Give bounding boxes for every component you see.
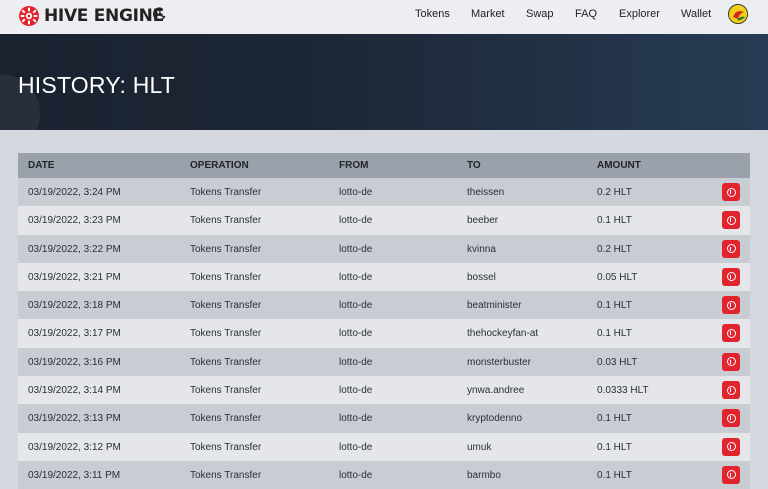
column-header-from: FROM (339, 160, 369, 171)
page-banner: HISTORY: HLT (0, 34, 768, 130)
cell-date: 03/19/2022, 3:11 PM (28, 469, 121, 481)
cell-amount: 0.1 HLT (597, 215, 632, 227)
cell-to: barmbo (467, 469, 501, 481)
cell-operation: Tokens Transfer (190, 328, 262, 340)
nav-link-explorer[interactable]: Explorer (619, 8, 660, 20)
info-icon[interactable] (722, 267, 740, 286)
cell-operation: Tokens Transfer (190, 441, 262, 453)
cell-to: ynwa.andree (467, 385, 525, 397)
table-row: 03/19/2022, 3:14 PM Tokens Transfer lotto-… (18, 376, 750, 405)
table-row: 03/19/2022, 3:18 PM Tokens Transfer lotto-… (18, 291, 750, 320)
cell-date: 03/19/2022, 3:13 PM (28, 413, 121, 425)
cell-from: lotto-de (339, 243, 373, 255)
table-row: 03/19/2022, 3:17 PM Tokens Transfer lotto-… (18, 319, 750, 348)
cell-amount: 0.03 HLT (597, 356, 638, 368)
cell-amount: 0.1 HLT (597, 441, 632, 453)
cell-from: lotto-de (339, 385, 373, 397)
cell-to: kryptodenno (467, 413, 523, 425)
cell-to: theissen (467, 187, 505, 198)
table-row: 03/19/2022, 3:23 PM Tokens Transfer lotto-… (18, 206, 750, 235)
cell-amount: 0.1 HLT (597, 300, 632, 312)
info-icon[interactable] (722, 183, 740, 201)
column-header-amount: AMOUNT (597, 160, 641, 171)
cell-operation: Tokens Transfer (190, 469, 262, 481)
cell-date: 03/19/2022, 3:17 PM (28, 328, 121, 340)
cell-operation: Tokens Transfer (190, 413, 262, 425)
cell-amount: 0.1 HLT (597, 328, 632, 340)
cell-operation: Tokens Transfer (190, 271, 262, 283)
nav-link-market[interactable]: Market (471, 8, 505, 20)
cell-from: lotto-de (339, 271, 373, 283)
top-navbar: HIVE ENGINE Tokens Market Swap FAQ Explo… (0, 0, 768, 34)
table-row: 03/19/2022, 3:21 PM Tokens Transfer lotto-… (18, 262, 750, 292)
cell-operation: Tokens Transfer (190, 300, 262, 312)
cell-to: umuk (467, 441, 492, 453)
cell-operation: Tokens Transfer (190, 187, 262, 198)
cell-date: 03/19/2022, 3:14 PM (28, 385, 121, 397)
cell-amount: 0.2 HLT (597, 187, 632, 198)
cell-from: lotto-de (339, 441, 373, 453)
info-icon[interactable] (722, 437, 740, 456)
table-header: DATE OPERATION FROM TO AMOUNT (18, 153, 750, 178)
column-header-to: TO (467, 160, 481, 171)
info-icon[interactable] (722, 296, 740, 315)
info-icon[interactable] (722, 324, 740, 343)
nav-link-tokens[interactable]: Tokens (415, 8, 450, 20)
cell-operation: Tokens Transfer (190, 385, 262, 397)
nav-links: Tokens Market Swap FAQ Explorer Wallet (0, 0, 768, 30)
cell-to: beatminister (467, 300, 522, 312)
nav-link-faq[interactable]: FAQ (575, 8, 597, 20)
cell-amount: 0.05 HLT (597, 271, 638, 283)
cell-from: lotto-de (339, 469, 373, 481)
table-row: 03/19/2022, 3:12 PM Tokens Transfer lotto-… (18, 432, 750, 461)
cell-to: thehockeyfan-at (467, 328, 539, 340)
info-icon[interactable] (722, 465, 740, 484)
info-icon[interactable] (722, 409, 740, 428)
table-row: 03/19/2022, 3:24 PM Tokens Transfer lotto-… (18, 178, 750, 207)
cell-date: 03/19/2022, 3:12 PM (28, 441, 121, 453)
cell-amount: 0.1 HLT (597, 413, 632, 425)
cell-date: 03/19/2022, 3:24 PM (28, 187, 121, 198)
column-header-operation: OPERATION (190, 160, 249, 171)
info-icon[interactable] (722, 352, 740, 371)
table-body: 03/19/2022, 3:24 PM Tokens Transfer lotto-… (18, 178, 750, 489)
cell-date: 03/19/2022, 3:22 PM (28, 243, 121, 255)
info-icon[interactable] (722, 239, 740, 258)
cell-date: 03/19/2022, 3:23 PM (28, 215, 121, 227)
cell-date: 03/19/2022, 3:21 PM (28, 271, 121, 283)
cell-from: lotto-de (339, 300, 373, 312)
info-icon[interactable] (722, 211, 740, 230)
table-row: 03/19/2022, 3:22 PM Tokens Transfer lotto-… (18, 234, 750, 263)
cell-from: lotto-de (339, 215, 373, 227)
table-row: 03/19/2022, 3:16 PM Tokens Transfer lotto-… (18, 347, 750, 377)
cell-to: monsterbuster (467, 356, 531, 368)
cell-to: bossel (467, 271, 496, 283)
table-row: 03/19/2022, 3:13 PM Tokens Transfer lotto-… (18, 404, 750, 433)
cell-from: lotto-de (339, 356, 373, 368)
info-icon[interactable] (722, 381, 740, 400)
cell-amount: 0.1 HLT (597, 469, 632, 481)
table-row: 03/19/2022, 3:11 PM Tokens Transfer lotto-… (18, 460, 750, 489)
cell-amount: 0.2 HLT (597, 243, 632, 255)
nav-link-wallet[interactable]: Wallet (681, 8, 711, 20)
cell-operation: Tokens Transfer (190, 356, 262, 368)
cell-from: lotto-de (339, 413, 373, 425)
cell-date: 03/19/2022, 3:16 PM (28, 356, 121, 368)
cell-from: lotto-de (339, 187, 373, 198)
nav-link-swap[interactable]: Swap (526, 8, 554, 20)
cell-from: lotto-de (339, 328, 373, 340)
user-avatar-icon[interactable] (728, 4, 748, 24)
cell-operation: Tokens Transfer (190, 243, 262, 255)
cell-operation: Tokens Transfer (190, 215, 262, 227)
history-table: DATE OPERATION FROM TO AMOUNT 03/19/2022… (18, 153, 750, 489)
cell-to: kvinna (467, 243, 496, 255)
column-header-date: DATE (28, 160, 55, 171)
cell-to: beeber (467, 215, 499, 227)
cell-amount: 0.0333 HLT (597, 385, 649, 397)
cell-date: 03/19/2022, 3:18 PM (28, 300, 121, 312)
page-title: HISTORY: HLT (18, 72, 176, 98)
